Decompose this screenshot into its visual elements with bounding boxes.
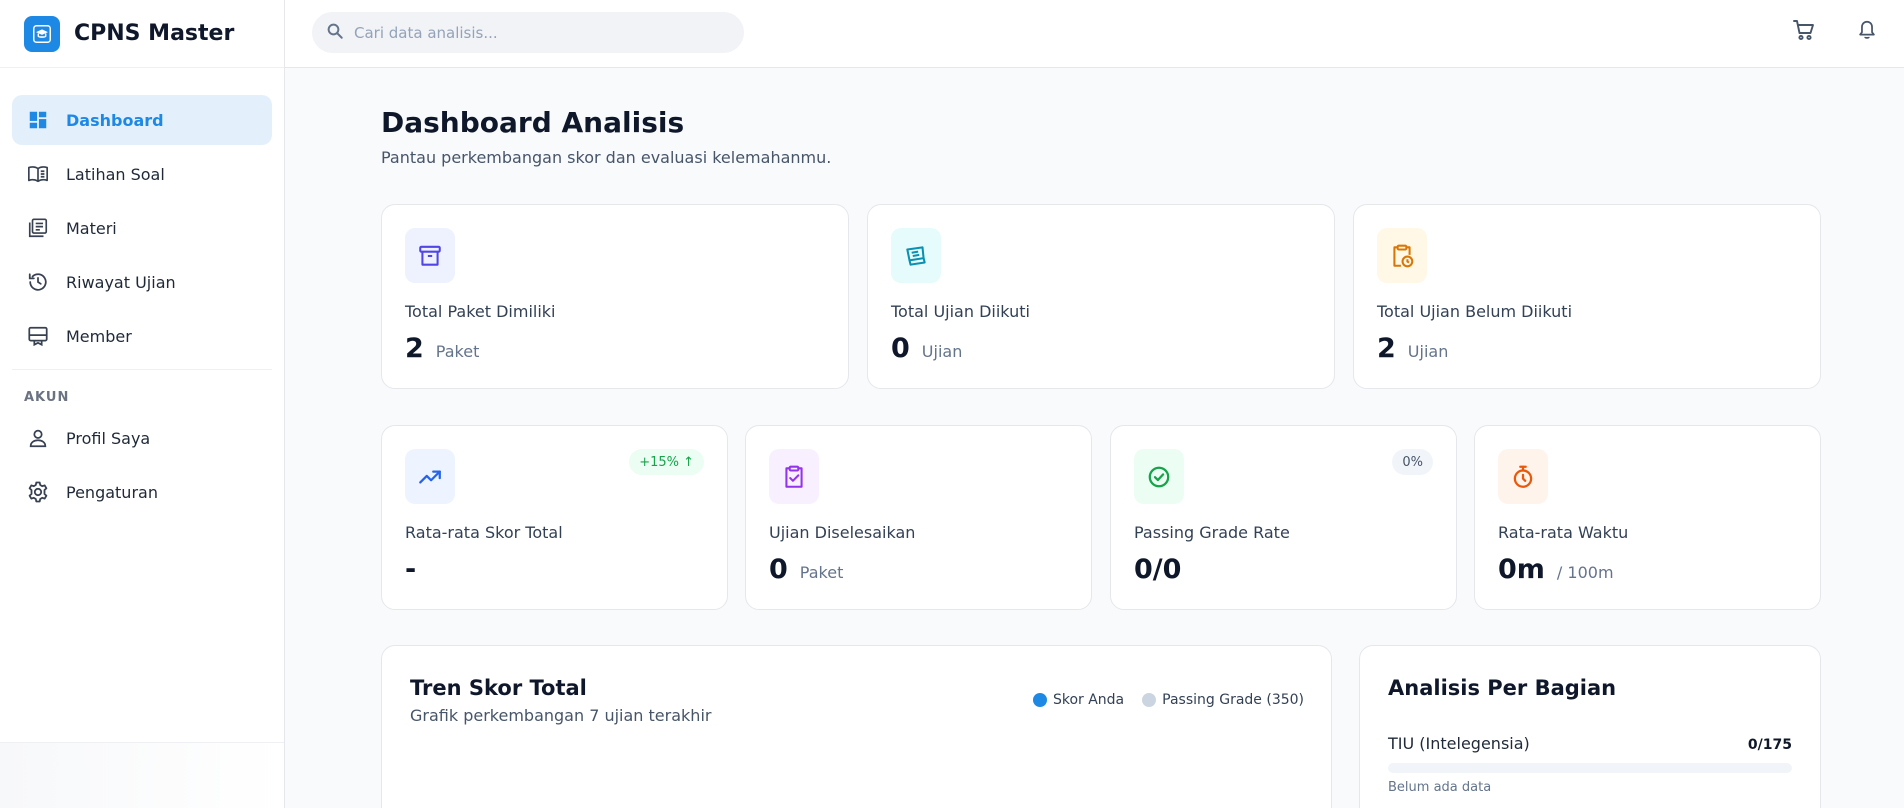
person-icon [26, 426, 50, 450]
stat-card-passing-grade-rate: 0% Passing Grade Rate 0/0 [1110, 425, 1457, 610]
rate-badge: 0% [1392, 449, 1433, 475]
sidebar-item-materi[interactable]: Materi [12, 203, 272, 253]
analysis-card: Analisis Per Bagian TIU (Intelegensia) 0… [1359, 645, 1821, 808]
nav-section-title: AKUN [24, 390, 70, 405]
brand[interactable]: CPNS Master [0, 0, 284, 68]
stat-value: 0 Paket [769, 554, 843, 585]
exam-paper-icon [891, 228, 941, 283]
bell-icon[interactable] [1853, 16, 1881, 44]
stat-number: 2 [405, 333, 424, 364]
clipboard-clock-icon [1377, 228, 1427, 283]
library-books-icon [26, 216, 50, 240]
sidebar-item-dashboard[interactable]: Dashboard [12, 95, 272, 145]
sidebar-item-label: Member [66, 326, 132, 346]
stat-unit: / 100m [1556, 563, 1614, 582]
stat-card-total-paket: Total Paket Dimiliki 2 Paket [381, 204, 849, 389]
sidebar-item-label: Latihan Soal [66, 164, 165, 184]
legend-label: Skor Anda [1052, 692, 1125, 708]
chart-legend: Skor Anda Passing Grade (350) [1015, 692, 1304, 708]
sidebar-item-label: Materi [66, 218, 117, 238]
stat-label: Ujian Diselesaikan [769, 523, 916, 542]
stat-value: 2 Ujian [1377, 333, 1448, 364]
sidebar-item-label: Riwayat Ujian [66, 272, 176, 292]
trending-up-icon [405, 449, 455, 504]
stat-label: Total Paket Dimiliki [405, 302, 556, 321]
graduation-cap-icon [24, 15, 60, 52]
history-icon [26, 270, 50, 294]
stat-number: 0 [769, 554, 788, 585]
stat-value: 0/0 [1134, 554, 1181, 585]
stat-value: 2 Paket [405, 333, 479, 364]
stat-unit: Ujian [1407, 342, 1449, 361]
section-note: Belum ada data [1388, 780, 1492, 795]
section-score: 0/175 [1747, 737, 1792, 753]
gear-icon [26, 480, 50, 504]
sidebar-item-latihan-soal[interactable]: Latihan Soal [12, 149, 272, 199]
sidebar-item-member[interactable]: Member [12, 311, 272, 361]
page-title: Dashboard Analisis [381, 106, 685, 139]
stat-label: Rata-rata Waktu [1498, 523, 1629, 542]
sidebar-item-pengaturan[interactable]: Pengaturan [12, 467, 272, 517]
chart-title: Tren Skor Total [410, 676, 587, 700]
stat-label: Rata-rata Skor Total [405, 523, 563, 542]
stat-label: Total Ujian Belum Diikuti [1377, 302, 1573, 321]
archive-icon [405, 228, 455, 283]
sidebar-item-riwayat-ujian[interactable]: Riwayat Ujian [12, 257, 272, 307]
legend-item-passing-grade: Passing Grade (350) [1142, 692, 1304, 708]
shopping-cart-icon[interactable] [1790, 16, 1818, 44]
search-icon [326, 22, 344, 44]
stat-card-total-ujian-belum-diikuti: Total Ujian Belum Diikuti 2 Ujian [1353, 204, 1821, 389]
legend-swatch [1032, 693, 1047, 707]
stat-number: 0m [1498, 554, 1545, 585]
stat-unit: Ujian [921, 342, 963, 361]
stat-label: Passing Grade Rate [1134, 523, 1290, 542]
stat-card-rata-rata-skor: +15% ↑ Rata-rata Skor Total - [381, 425, 728, 610]
stat-number: - [405, 554, 417, 585]
stat-card-rata-rata-waktu: Rata-rata Waktu 0m / 100m [1474, 425, 1821, 610]
stat-card-total-ujian-diikuti: Total Ujian Diikuti 0 Ujian [867, 204, 1335, 389]
stat-number: 2 [1377, 333, 1396, 364]
sidebar-footer [0, 742, 284, 808]
section-progress-bar [1388, 763, 1792, 773]
legend-label: Passing Grade (350) [1162, 692, 1304, 708]
stat-label: Total Ujian Diikuti [891, 302, 1030, 321]
chart-subtitle: Grafik perkembangan 7 ujian terakhir [410, 706, 712, 725]
sidebar-item-label: Pengaturan [66, 482, 158, 502]
clipboard-check-icon [769, 449, 819, 504]
brand-name: CPNS Master [74, 21, 235, 46]
stat-value: 0 Ujian [891, 333, 962, 364]
check-circle-icon [1134, 449, 1184, 504]
page-subtitle: Pantau perkembangan skor dan evaluasi ke… [381, 148, 832, 167]
sidebar-item-profil-saya[interactable]: Profil Saya [12, 413, 272, 463]
sidebar: CPNS Master Dashboard Latihan Soal Mater… [0, 0, 285, 808]
sidebar-nav: Dashboard Latihan Soal Materi Riwayat Uj… [0, 68, 284, 517]
stat-value: - [405, 554, 416, 585]
stat-unit: Paket [435, 342, 480, 361]
trend-chart-card: Tren Skor Total Grafik perkembangan 7 uj… [381, 645, 1332, 808]
stat-value: 0m / 100m [1498, 554, 1614, 585]
stat-number: 0 [891, 333, 910, 364]
stat-card-ujian-diselesaikan: Ujian Diselesaikan 0 Paket [745, 425, 1092, 610]
legend-swatch [1142, 693, 1157, 707]
nav-divider [12, 369, 272, 370]
search-bar [312, 12, 744, 53]
open-book-icon [26, 162, 50, 186]
trend-badge: +15% ↑ [629, 449, 704, 475]
section-row-tiu: TIU (Intelegensia) 0/175 [1388, 734, 1792, 753]
analysis-title: Analisis Per Bagian [1388, 676, 1617, 700]
stopwatch-icon [1498, 449, 1548, 504]
stat-unit: Paket [799, 563, 844, 582]
section-name: TIU (Intelegensia) [1388, 734, 1530, 753]
dashboard-icon [26, 108, 50, 132]
stat-number: 0/0 [1134, 554, 1182, 585]
search-input[interactable] [354, 23, 724, 42]
card-membership-icon [26, 324, 50, 348]
sidebar-item-label: Dashboard [66, 110, 164, 130]
topbar [285, 0, 1904, 68]
legend-item-skor-anda: Skor Anda [1032, 692, 1125, 708]
sidebar-item-label: Profil Saya [66, 428, 151, 448]
